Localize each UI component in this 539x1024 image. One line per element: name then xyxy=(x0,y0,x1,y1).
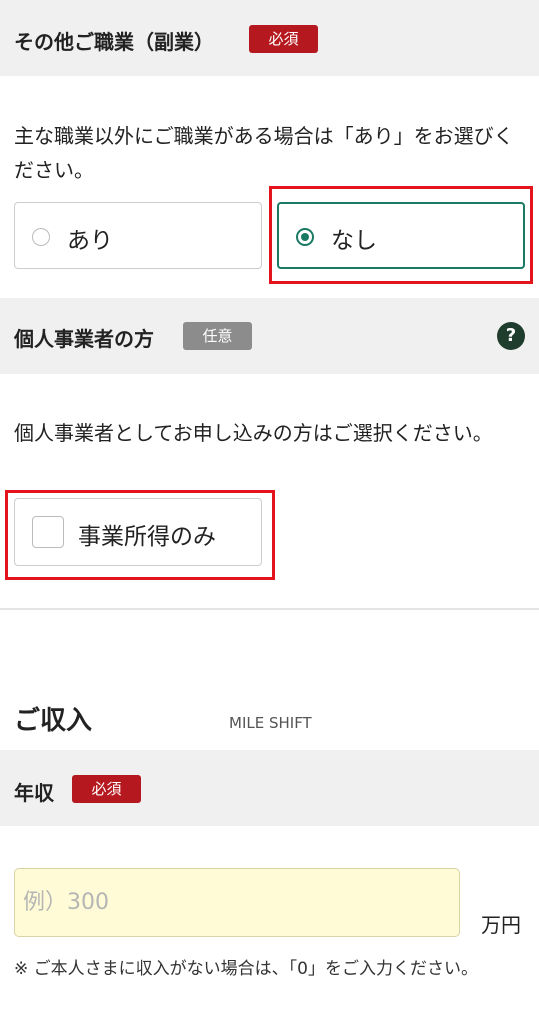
income-note: ※ ご本人さまに収入がない場合は、「0」をご入力ください。 xyxy=(14,959,478,979)
required-badge: 必須 xyxy=(249,25,318,53)
side-job-header: その他ご職業（副業） 必須 xyxy=(0,0,539,76)
side-job-option-yes[interactable]: あり xyxy=(14,202,262,269)
radio-icon xyxy=(32,228,50,246)
annual-income-input[interactable] xyxy=(14,868,460,937)
sole-proprietor-title: 個人事業者の方 xyxy=(14,327,154,351)
income-heading: ご収入 xyxy=(14,706,93,736)
watermark-text: MILE SHIFT xyxy=(229,714,312,732)
income-unit: 万円 xyxy=(481,913,521,937)
annual-income-header: 年収 必須 xyxy=(0,750,539,826)
side-job-description: 主な職業以外にご職業がある場合は「あり」をお選びください。 xyxy=(14,124,514,182)
annual-income-title: 年収 xyxy=(14,781,54,805)
option-yes-label: あり xyxy=(67,228,113,254)
optional-badge: 任意 xyxy=(183,322,252,350)
help-icon[interactable]: ? xyxy=(497,322,525,350)
section-divider xyxy=(0,608,539,610)
highlight-frame-no xyxy=(269,186,533,284)
side-job-title: その他ご職業（副業） xyxy=(14,30,214,54)
sole-proprietor-description: 個人事業者としてお申し込みの方はご選択ください。 xyxy=(14,421,493,445)
sole-proprietor-header: 個人事業者の方 任意 ? xyxy=(0,298,539,374)
highlight-frame-checkbox xyxy=(5,490,275,580)
required-badge: 必須 xyxy=(72,775,141,803)
